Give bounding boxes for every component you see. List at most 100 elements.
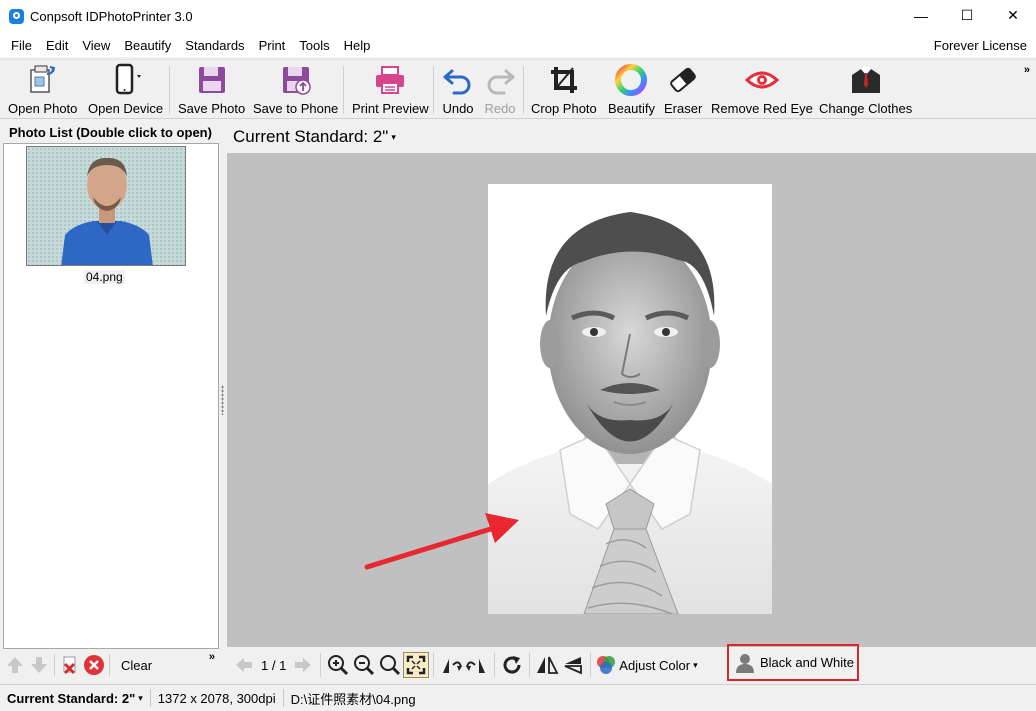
photo-thumbnail[interactable] bbox=[26, 146, 186, 266]
rotate-right-icon[interactable] bbox=[464, 652, 490, 678]
rotate-left-icon[interactable] bbox=[438, 652, 464, 678]
actual-size-icon[interactable] bbox=[377, 652, 403, 678]
toolbar-separator bbox=[169, 66, 170, 114]
minimize-button[interactable]: — bbox=[898, 0, 944, 31]
separator bbox=[529, 653, 531, 677]
remove-red-eye-label: Remove Red Eye bbox=[711, 101, 813, 116]
status-standard-label: Current Standard: 2" bbox=[7, 690, 136, 706]
photo-filename: 04.png bbox=[84, 270, 125, 284]
menu-standards[interactable]: Standards bbox=[178, 38, 251, 53]
redo-icon bbox=[483, 63, 517, 97]
maximize-button[interactable]: ☐ bbox=[944, 0, 990, 31]
menu-edit[interactable]: Edit bbox=[39, 38, 75, 53]
separator bbox=[54, 654, 55, 676]
refresh-icon[interactable] bbox=[499, 652, 525, 678]
app-logo-icon bbox=[9, 9, 24, 24]
red-eye-icon bbox=[744, 63, 779, 97]
remove-photo-icon[interactable] bbox=[58, 653, 82, 677]
title-bar: Conpsoft IDPhotoPrinter 3.0 — ☐ ✕ bbox=[0, 0, 1036, 33]
menu-beautify[interactable]: Beautify bbox=[117, 38, 178, 53]
flip-horizontal-icon[interactable] bbox=[534, 652, 560, 678]
crop-photo-button[interactable]: Crop Photo bbox=[531, 63, 597, 117]
image-toolbar: 1 / 1 Adjust Color ▾ Black and White bbox=[227, 644, 1036, 682]
window-controls: — ☐ ✕ bbox=[898, 0, 1036, 33]
move-down-icon[interactable] bbox=[27, 653, 51, 677]
redo-button[interactable]: Redo bbox=[483, 63, 517, 117]
save-photo-label: Save Photo bbox=[178, 101, 246, 116]
status-bar: Current Standard: 2" ▾ 1372 x 2078, 300d… bbox=[0, 684, 1036, 711]
menu-file[interactable]: File bbox=[4, 38, 39, 53]
next-page-icon[interactable] bbox=[290, 652, 316, 678]
menu-print[interactable]: Print bbox=[252, 38, 293, 53]
panel-splitter[interactable] bbox=[221, 385, 224, 415]
close-button[interactable]: ✕ bbox=[990, 0, 1036, 31]
adjust-color-label: Adjust Color bbox=[619, 657, 691, 673]
undo-label: Undo bbox=[442, 101, 474, 116]
person-icon bbox=[736, 653, 754, 673]
window-title: Conpsoft IDPhotoPrinter 3.0 bbox=[30, 9, 193, 24]
remove-red-eye-button[interactable]: Remove Red Eye bbox=[711, 63, 813, 117]
toolbar-overflow-button[interactable]: » bbox=[1024, 64, 1030, 76]
menu-tools[interactable]: Tools bbox=[292, 38, 336, 53]
print-preview-button[interactable]: Print Preview bbox=[352, 63, 429, 117]
menu-help[interactable]: Help bbox=[337, 38, 378, 53]
undo-icon bbox=[441, 63, 475, 97]
menu-bar: File Edit View Beautify Standards Print … bbox=[0, 33, 1036, 57]
phone-device-icon bbox=[109, 63, 143, 97]
photo-list-title: Photo List (Double click to open) bbox=[9, 125, 212, 140]
status-image-size: 1372 x 2078, 300dpi bbox=[157, 690, 276, 706]
eraser-label: Eraser bbox=[664, 101, 703, 116]
open-device-button[interactable]: Open Device bbox=[88, 63, 163, 117]
open-device-label: Open Device bbox=[88, 101, 164, 116]
separator bbox=[109, 654, 110, 676]
rgb-circles-icon bbox=[597, 656, 616, 674]
photo-list-panel: Photo List (Double click to open) 04.png bbox=[0, 121, 222, 683]
flip-vertical-icon[interactable] bbox=[560, 652, 586, 678]
adjust-color-dropdown[interactable]: Adjust Color ▾ bbox=[595, 655, 698, 675]
standard-header: Current Standard: 2" ▾ bbox=[227, 122, 1036, 152]
toolbar-separator bbox=[433, 66, 434, 114]
separator bbox=[433, 653, 435, 677]
suit-icon bbox=[849, 63, 883, 97]
photo-list[interactable]: 04.png bbox=[3, 143, 219, 649]
move-up-icon[interactable] bbox=[3, 653, 27, 677]
black-and-white-label: Black and White bbox=[760, 655, 854, 670]
save-photo-button[interactable]: Save Photo bbox=[178, 63, 245, 117]
current-standard-dropdown[interactable]: Current Standard: 2" bbox=[233, 127, 388, 147]
fit-to-window-icon[interactable] bbox=[403, 652, 430, 678]
previous-page-icon[interactable] bbox=[231, 652, 257, 678]
printer-icon bbox=[373, 63, 407, 97]
chevron-down-icon: ▾ bbox=[693, 659, 698, 670]
change-clothes-label: Change Clothes bbox=[819, 101, 913, 116]
photo-list-overflow-button[interactable]: » bbox=[209, 651, 215, 663]
eraser-icon bbox=[666, 63, 700, 97]
chevron-down-icon: ▾ bbox=[138, 692, 143, 703]
license-label: Forever License bbox=[933, 38, 1027, 53]
open-photo-icon bbox=[26, 63, 60, 97]
photo-canvas[interactable] bbox=[227, 153, 1036, 647]
crop-icon bbox=[547, 63, 581, 97]
clear-button[interactable]: Clear bbox=[121, 658, 152, 673]
beautify-label: Beautify bbox=[608, 101, 655, 116]
menu-view[interactable]: View bbox=[75, 38, 117, 53]
save-to-phone-button[interactable]: Save to Phone bbox=[253, 63, 338, 117]
change-clothes-button[interactable]: Change Clothes bbox=[819, 63, 912, 117]
beautify-button[interactable]: Beautify bbox=[608, 63, 655, 117]
open-photo-button[interactable]: Open Photo bbox=[8, 63, 77, 117]
open-photo-label: Open Photo bbox=[8, 101, 78, 116]
chevron-down-icon[interactable]: ▾ bbox=[391, 132, 396, 143]
eraser-button[interactable]: Eraser bbox=[664, 63, 702, 117]
crop-photo-label: Crop Photo bbox=[531, 101, 597, 116]
zoom-out-icon[interactable] bbox=[351, 652, 377, 678]
main-toolbar: Open Photo Open Device Save Photo Save t… bbox=[0, 59, 1036, 119]
black-and-white-button[interactable]: Black and White bbox=[727, 644, 859, 681]
zoom-in-icon[interactable] bbox=[325, 652, 351, 678]
photo-list-toolbar: Clear » bbox=[3, 651, 219, 679]
status-file-path: D:\证件照素材\04.png bbox=[290, 691, 416, 707]
separator bbox=[590, 653, 592, 677]
delete-all-icon[interactable] bbox=[82, 653, 106, 677]
undo-button[interactable]: Undo bbox=[441, 63, 475, 117]
redo-label: Redo bbox=[484, 101, 516, 116]
status-standard-dropdown[interactable]: Current Standard: 2" ▾ bbox=[0, 691, 150, 706]
color-wheel-icon bbox=[614, 63, 648, 97]
